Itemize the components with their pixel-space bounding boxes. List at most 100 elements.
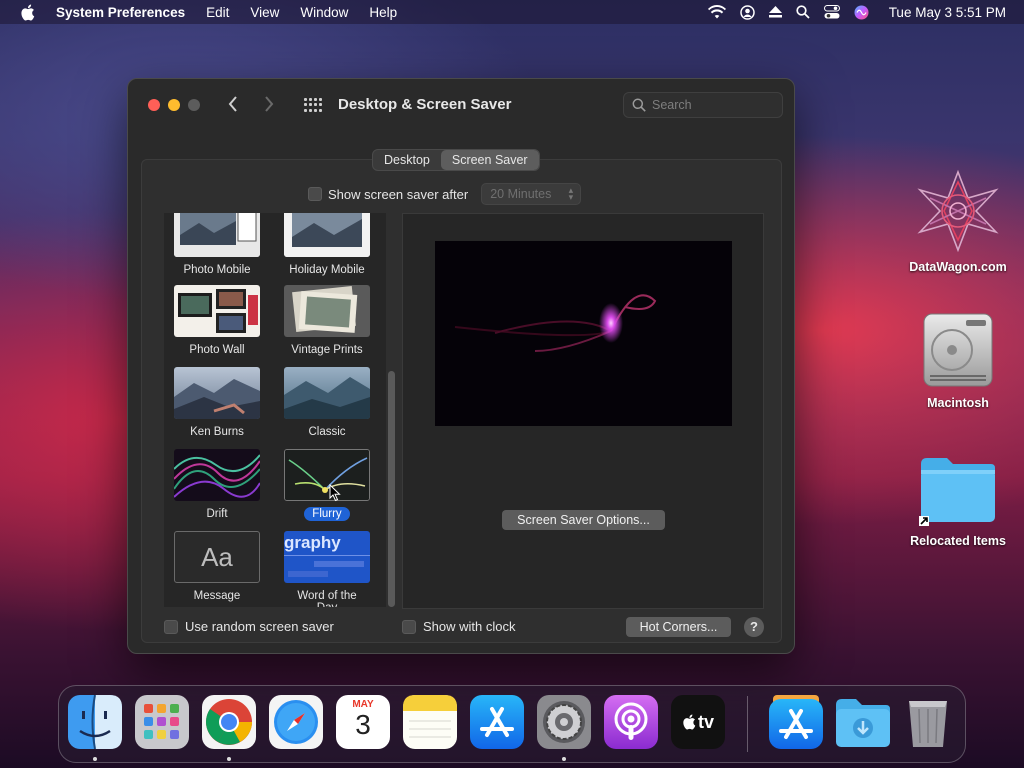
dock-trash-icon[interactable] [901,695,955,749]
saver-thumbnail [284,213,370,257]
window-title: Desktop & Screen Saver [338,96,512,113]
saver-thumbnail [284,285,370,337]
saver-item-vintage-prints[interactable]: Vintage Prints [279,285,375,357]
dock: MAY 3 tv [58,685,966,763]
show-after-checkbox[interactable] [308,187,322,201]
hot-corners-button[interactable]: Hot Corners... [626,617,731,637]
saver-thumbnail [174,285,260,337]
saver-thumbnail [174,213,260,257]
hard-drive-icon [920,310,996,390]
show-clock-label: Show with clock [423,619,516,634]
random-saver-row: Use random screen saver [164,619,334,634]
list-scrollbar[interactable] [388,371,395,607]
dock-chrome-icon[interactable] [202,695,256,749]
dock-safari-icon[interactable] [269,695,323,749]
dock-downloads-folder-icon[interactable] [834,695,890,749]
show-after-label: Show screen saver after [328,186,469,202]
desktop-icon-datawagon[interactable]: DataWagon.com [898,168,1018,274]
saver-label-selected: Flurry [304,507,350,521]
forward-chevron-icon[interactable] [264,95,274,118]
wifi-icon[interactable] [707,5,726,19]
saver-thumbnail [174,449,260,501]
menu-edit[interactable]: Edit [206,5,229,20]
dock-podcasts-icon[interactable] [604,695,658,749]
saver-thumbnail [284,367,370,419]
saver-thumbnail [174,367,260,419]
back-chevron-icon[interactable] [228,95,238,118]
zoom-button[interactable] [188,99,200,111]
dock-launchpad-icon[interactable] [135,695,189,749]
random-saver-checkbox[interactable] [164,619,178,634]
preview-panel: Screen Saver Options... [402,213,764,609]
dock-notes-icon[interactable] [403,695,457,749]
search-icon [632,98,646,112]
dock-app-store-stack-icon[interactable] [769,695,823,749]
help-button[interactable]: ? [744,617,764,637]
search-input[interactable] [652,98,772,112]
saver-item-holiday-mobile[interactable]: Holiday Mobile [279,213,375,277]
control-center-icon[interactable] [823,5,840,19]
saver-label: Drift [206,508,228,520]
search-field[interactable] [623,92,783,118]
dock-system-preferences-icon[interactable] [537,695,591,749]
dock-app-store-icon[interactable] [470,695,524,749]
saver-item-photo-wall[interactable]: Photo Wall [169,285,265,357]
saver-item-flurry[interactable]: Flurry [279,449,375,521]
dock-calendar-icon[interactable]: MAY 3 [336,695,390,749]
spotlight-search-icon[interactable] [796,5,810,19]
saver-thumbnail: Aa [174,531,260,583]
menu-bar: System Preferences Edit View Window Help… [0,0,1024,24]
show-after-select[interactable]: 20 Minutes ▴ ▾ [481,183,582,205]
close-button[interactable] [148,99,160,111]
saver-item-ken-burns[interactable]: Ken Burns [169,367,265,439]
user-account-icon[interactable] [739,4,755,20]
saver-item-photo-mobile[interactable]: Photo Mobile [169,213,265,277]
show-after-value: 20 Minutes [490,187,552,201]
folder-alias-icon [917,454,999,528]
eject-icon[interactable] [768,6,782,18]
dock-apple-tv-icon[interactable]: tv [671,695,725,749]
apple-menu-icon[interactable] [20,4,38,21]
screen-saver-preview [435,241,732,426]
desktop-icon-label: DataWagon.com [909,260,1007,274]
tab-screen-saver[interactable]: Screen Saver [440,150,539,170]
menu-help[interactable]: Help [369,5,397,20]
saver-item-drift[interactable]: Drift [169,449,265,521]
saver-label: Classic [308,426,346,438]
saver-item-message[interactable]: Aa Message [169,531,265,603]
dock-finder-icon[interactable] [68,694,122,750]
show-clock-checkbox[interactable] [402,619,416,634]
show-clock-row: Show with clock [402,619,515,634]
minimize-button[interactable] [168,99,180,111]
show-after-row: Show screen saver after 20 Minutes ▴ ▾ [308,183,582,205]
desktop-icon-relocated-items[interactable]: Relocated Items [898,454,1018,548]
tab-segmented-control: Desktop Screen Saver [372,149,540,171]
tab-desktop[interactable]: Desktop [373,150,441,170]
menu-clock[interactable]: Tue May 3 5:51 PM [889,5,1006,20]
random-saver-label: Use random screen saver [185,619,334,634]
desktop-icon-label: Macintosh [927,396,989,410]
message-thumb-text: Aa [201,542,233,572]
desktop-icon-macintosh[interactable]: Macintosh [898,310,1018,410]
datawagon-logo-icon [914,168,1002,254]
calendar-day: 3 [355,709,371,740]
saver-label: Holiday Mobile [289,264,365,276]
menu-view[interactable]: View [250,5,279,20]
saver-label: Ken Burns [190,426,244,438]
saver-item-classic[interactable]: Classic [279,367,375,439]
saver-thumbnail: graphy [284,531,370,583]
window-titlebar[interactable]: Desktop & Screen Saver [128,79,794,131]
siri-icon[interactable] [854,5,869,20]
screen-saver-options-button[interactable]: Screen Saver Options... [502,510,665,530]
saver-item-word-of-the-day[interactable]: graphy Word of the Day [279,531,375,607]
saver-label: Message [193,590,241,602]
dock-separator [747,696,748,752]
show-all-grid-icon[interactable] [304,98,322,112]
mouse-cursor-icon [329,483,341,507]
menu-window[interactable]: Window [300,5,348,20]
saver-label: Word of the Day [297,590,357,607]
saver-thumbnail [284,449,370,501]
screen-saver-list[interactable]: Photo Mobile Holiday Mobile Photo Wall V… [164,213,386,607]
menu-app-name[interactable]: System Preferences [56,5,185,20]
apple-tv-label: tv [697,712,714,732]
